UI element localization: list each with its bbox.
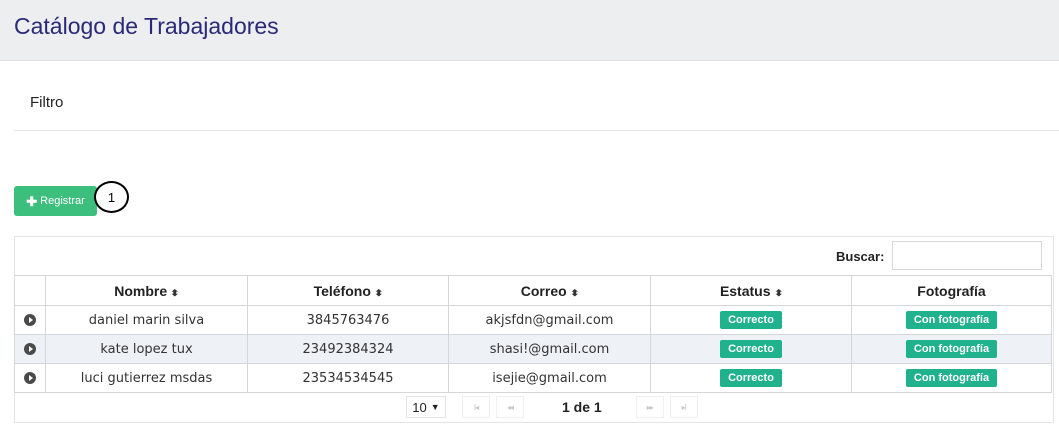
page-title: Catálogo de Trabajadores: [14, 13, 279, 39]
table-row[interactable]: kate lopez tux 23492384324 shasi!@gmail.…: [14, 334, 1052, 364]
expand-cell[interactable]: [14, 334, 46, 364]
cell-correo: akjsfdn@gmail.com: [448, 305, 651, 335]
expand-row-icon[interactable]: [24, 314, 36, 326]
cell-correo: isejie@gmail.com: [448, 363, 651, 393]
pagination: 10 ▼ I◂ ◂◂ 1 de 1 ▸▸ ▸I: [406, 396, 698, 418]
table-row[interactable]: daniel marin silva 3845763476 akjsfdn@gm…: [14, 305, 1052, 335]
cell-fotografia: Con fotografía: [851, 363, 1052, 393]
cell-nombre: kate lopez tux: [45, 334, 248, 364]
expand-header: [14, 275, 46, 306]
cell-fotografia: Con fotografía: [851, 334, 1052, 364]
next-page-button[interactable]: ▸▸: [635, 396, 664, 418]
sort-icon: ⬍: [773, 287, 783, 298]
column-label: Estatus: [719, 282, 771, 299]
column-header-fotografia: Fotografía: [851, 275, 1052, 306]
cell-correo: shasi!@gmail.com: [448, 334, 651, 364]
last-page-button[interactable]: ▸I: [669, 396, 698, 418]
photo-badge: Con fotografía: [905, 369, 998, 387]
sort-icon: ⬍: [569, 287, 579, 298]
search-label: Buscar:: [836, 249, 885, 264]
expand-cell[interactable]: [14, 305, 46, 335]
page-info: 1 de 1: [562, 399, 602, 415]
cell-nombre: luci gutierrez msdas: [45, 363, 248, 393]
status-badge: Correcto: [720, 340, 782, 358]
register-button[interactable]: ✚ Registrar: [14, 186, 97, 216]
annotation-marker: 1: [94, 181, 129, 213]
cell-telefono: 23534534545: [247, 363, 449, 393]
filter-label[interactable]: Filtro: [30, 94, 63, 111]
table-row[interactable]: luci gutierrez msdas 23534534545 isejie@…: [14, 363, 1052, 393]
column-label: Teléfono: [313, 282, 371, 299]
expand-row-icon[interactable]: [24, 343, 36, 355]
cell-telefono: 3845763476: [247, 305, 449, 335]
register-button-label: Registrar: [40, 195, 85, 207]
column-header-correo[interactable]: Correo ⬍: [448, 275, 651, 306]
expand-row-icon[interactable]: [24, 372, 36, 384]
column-header-nombre[interactable]: Nombre ⬍: [45, 275, 248, 306]
page-size-value: 10: [412, 399, 427, 415]
column-header-estatus[interactable]: Estatus ⬍: [650, 275, 852, 306]
column-label: Fotografía: [917, 282, 986, 299]
workers-table: Nombre ⬍ Teléfono ⬍ Correo ⬍ Estatus ⬍ Fotog…: [14, 275, 1052, 393]
sort-icon: ⬍: [170, 287, 180, 298]
table-header-row: Nombre ⬍ Teléfono ⬍ Correo ⬍ Estatus ⬍ Fotog…: [14, 275, 1052, 306]
photo-badge: Con fotografía: [905, 311, 998, 329]
cell-estatus: Correcto: [650, 363, 852, 393]
expand-cell[interactable]: [14, 363, 46, 393]
prev-page-button[interactable]: ◂◂: [496, 396, 524, 418]
cell-nombre: daniel marin silva: [45, 305, 248, 335]
sort-icon: ⬍: [374, 287, 384, 298]
cell-fotografia: Con fotografía: [851, 305, 1052, 335]
cell-estatus: Correcto: [650, 305, 852, 335]
status-badge: Correcto: [720, 369, 782, 387]
column-label: Nombre: [114, 282, 168, 299]
search-input[interactable]: [892, 241, 1042, 270]
first-page-button[interactable]: I◂: [462, 396, 490, 418]
cell-estatus: Correcto: [650, 334, 852, 364]
filter-divider: [14, 130, 1059, 131]
chevron-down-icon: ▼: [430, 402, 440, 412]
column-header-telefono[interactable]: Teléfono ⬍: [247, 275, 449, 306]
status-badge: Correcto: [720, 311, 782, 329]
plus-icon: ✚: [26, 193, 38, 209]
page-size-select[interactable]: 10 ▼: [406, 396, 446, 418]
photo-badge: Con fotografía: [905, 340, 998, 358]
page-header: Catálogo de Trabajadores: [0, 0, 1059, 61]
column-label: Correo: [520, 282, 567, 299]
cell-telefono: 23492384324: [247, 334, 449, 364]
